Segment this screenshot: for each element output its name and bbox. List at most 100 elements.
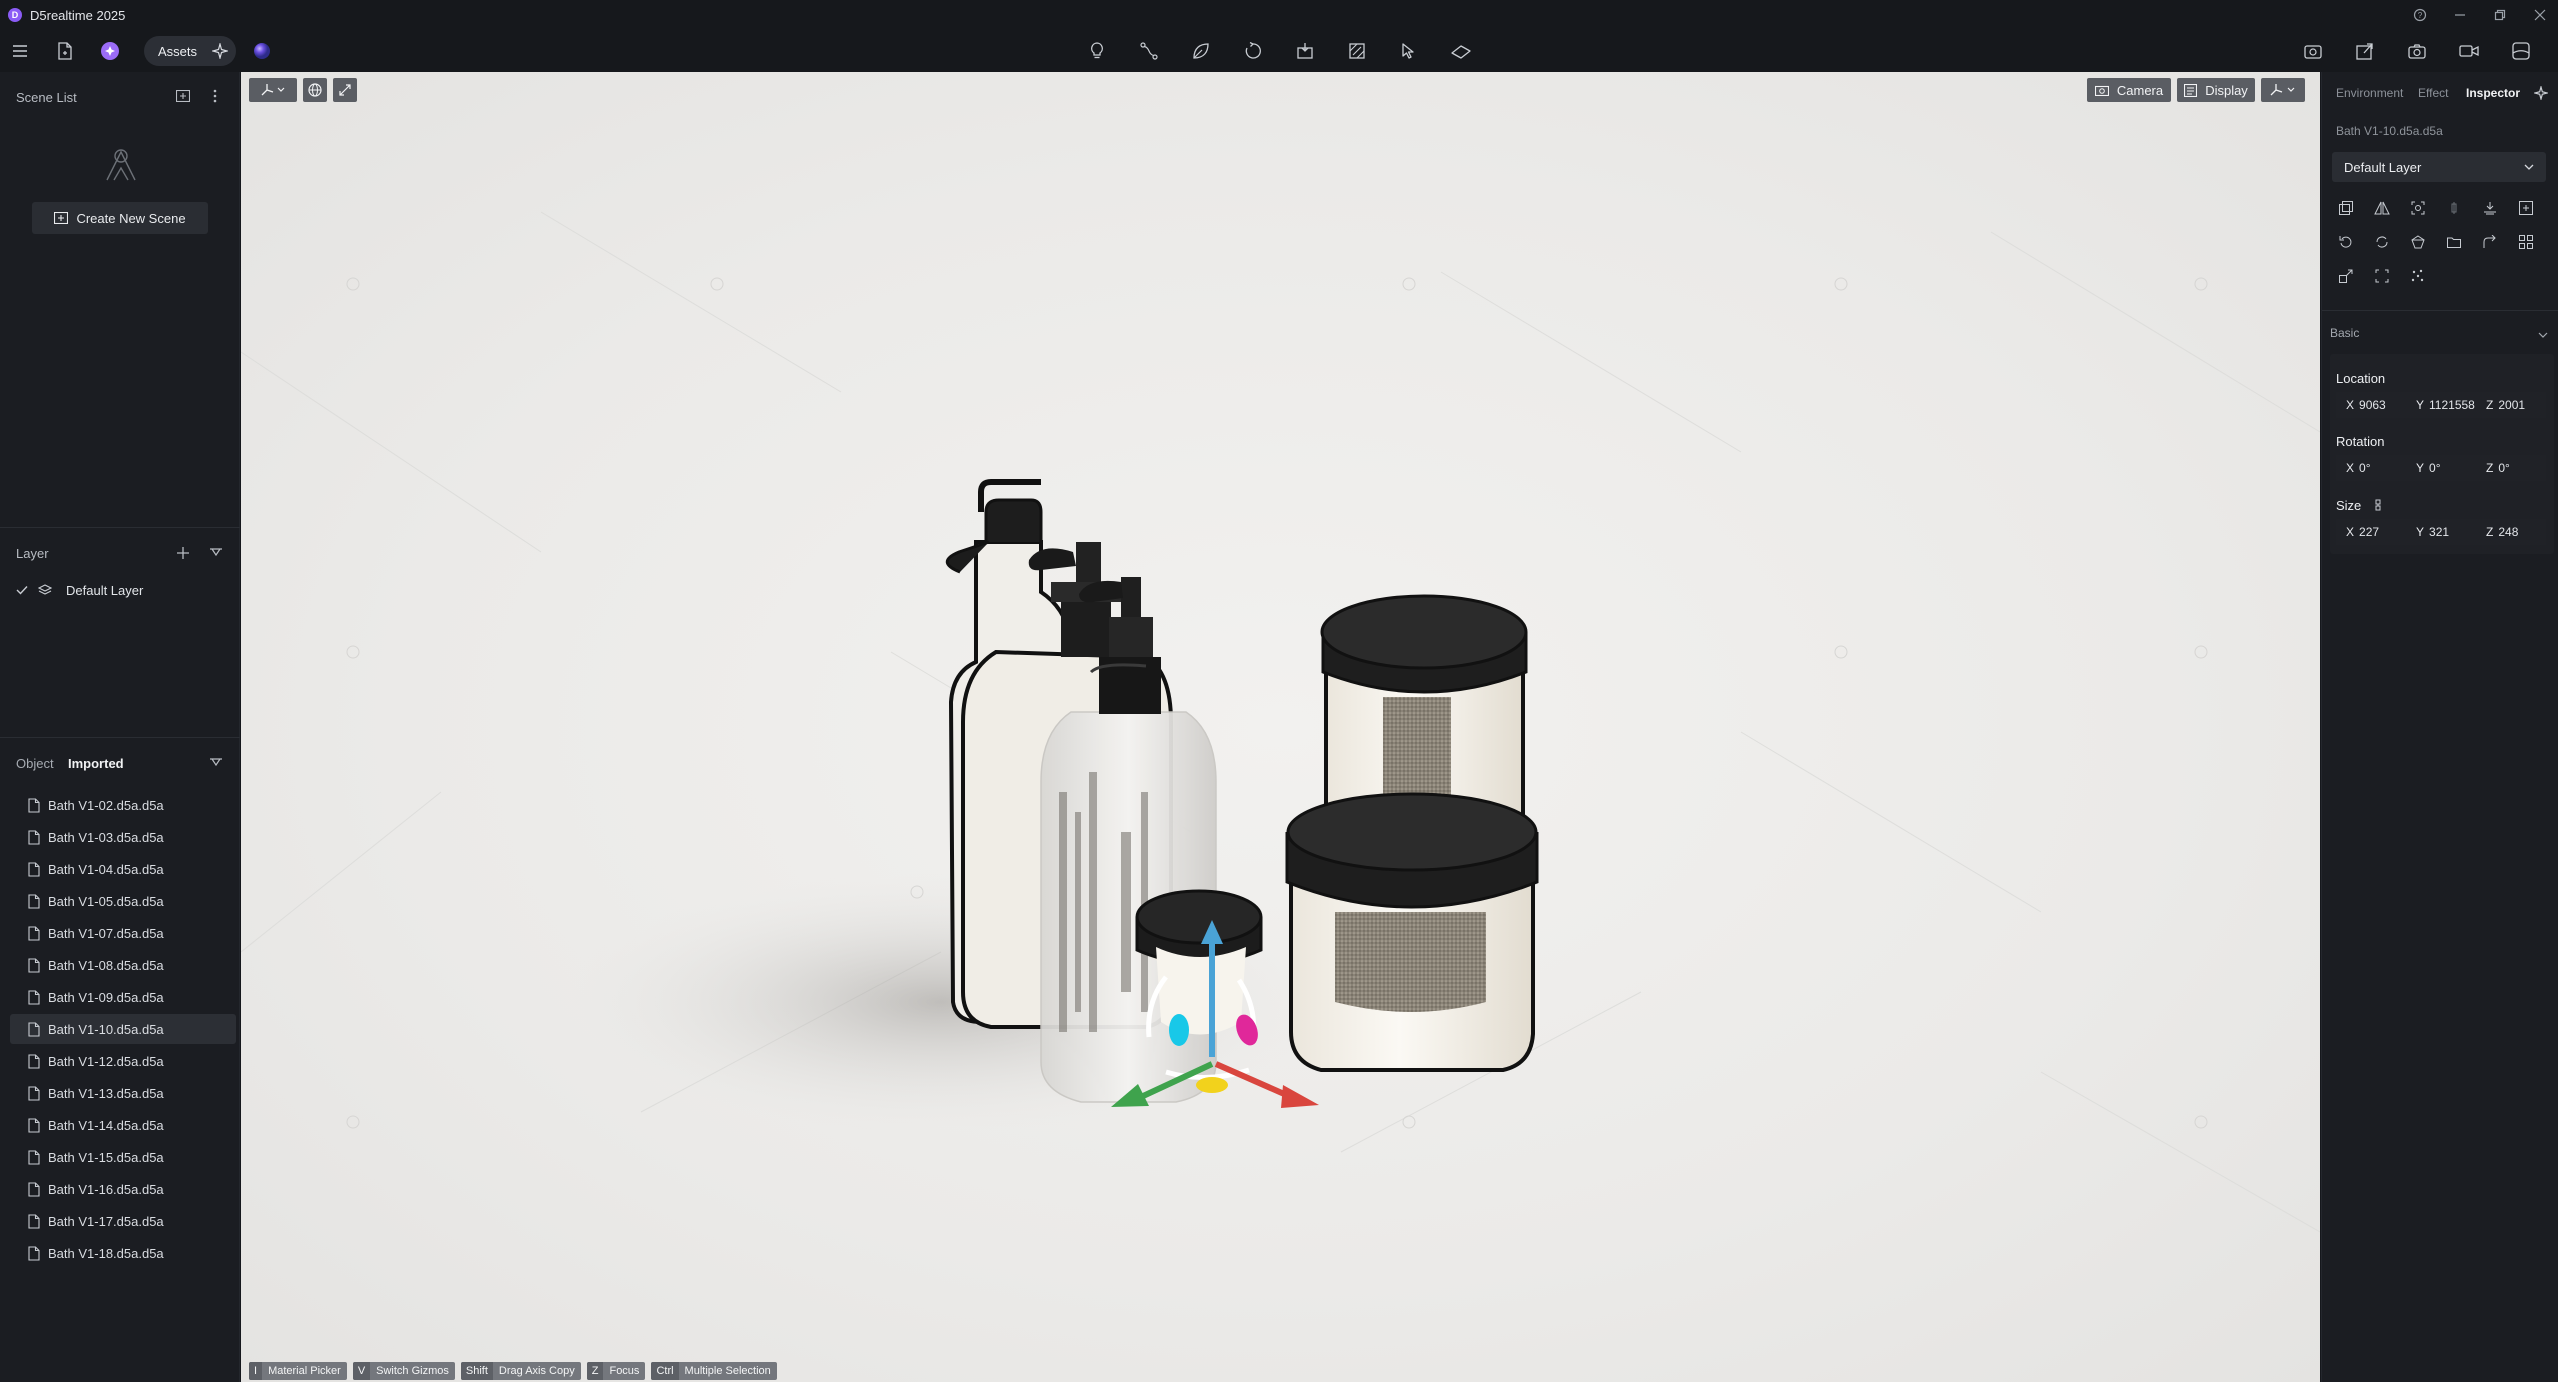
add-layer-icon[interactable]	[174, 544, 192, 562]
place-object-icon[interactable]	[1294, 40, 1316, 62]
object-list-item[interactable]: Bath V1-05.d5a.d5a	[10, 886, 236, 916]
undo-rotate-icon[interactable]	[2336, 232, 2356, 252]
object-list-item[interactable]: Bath V1-08.d5a.d5a	[10, 950, 236, 980]
create-new-scene-button[interactable]: Create New Scene	[32, 202, 208, 234]
object-list-item[interactable]: Bath V1-17.d5a.d5a	[10, 1206, 236, 1236]
group-icon[interactable]	[2516, 198, 2536, 218]
location-y-field[interactable]: Y 1121558	[2406, 392, 2476, 418]
vegetation-icon[interactable]	[1190, 40, 1212, 62]
sparkle-icon[interactable]	[212, 43, 228, 59]
object-list-item-label: Bath V1-18.d5a.d5a	[48, 1245, 164, 1261]
align-icon[interactable]	[2444, 198, 2464, 218]
location-x-field[interactable]: X 9063	[2336, 392, 2406, 418]
object-list-item-label: Bath V1-02.d5a.d5a	[48, 797, 164, 813]
size-x-field[interactable]: X 227	[2336, 519, 2406, 545]
assets-button[interactable]: Assets	[144, 36, 236, 66]
duplicate-icon[interactable]	[2336, 198, 2356, 218]
object-list-item[interactable]: Bath V1-16.d5a.d5a	[10, 1174, 236, 1204]
object-list-item[interactable]: Bath V1-04.d5a.d5a	[10, 854, 236, 884]
replace-icon[interactable]	[2480, 232, 2500, 252]
object-list-item[interactable]: Bath V1-12.d5a.d5a	[10, 1046, 236, 1076]
help-icon[interactable]: ?	[2406, 4, 2434, 26]
location-z-field[interactable]: Z 2001	[2476, 392, 2546, 418]
object-list-item[interactable]: Bath V1-09.d5a.d5a	[10, 982, 236, 1012]
size-z-field[interactable]: Z 248	[2476, 519, 2546, 545]
tab-effect[interactable]: Effect	[2418, 86, 2448, 100]
layer-filter-icon[interactable]	[208, 544, 224, 562]
object-list-item-label: Bath V1-10.d5a.d5a	[48, 1021, 164, 1037]
tab-imported[interactable]: Imported	[68, 756, 124, 771]
object-list-item[interactable]: Bath V1-07.d5a.d5a	[10, 918, 236, 948]
close-icon[interactable]	[2526, 4, 2554, 26]
object-list-item-label: Bath V1-05.d5a.d5a	[48, 893, 164, 909]
pin-sparkle-icon[interactable]	[2532, 84, 2550, 102]
size-y-field[interactable]: Y 321	[2406, 519, 2476, 545]
checkmark-icon[interactable]	[16, 585, 28, 595]
object-list-item-label: Bath V1-09.d5a.d5a	[48, 989, 164, 1005]
restore-icon[interactable]	[2486, 4, 2514, 26]
file-icon[interactable]	[54, 40, 76, 62]
material-icon[interactable]	[2408, 232, 2428, 252]
export-icon[interactable]	[2354, 40, 2376, 62]
object-list-item[interactable]: Bath V1-02.d5a.d5a	[10, 790, 236, 820]
object-list-item-label: Bath V1-08.d5a.d5a	[48, 957, 164, 973]
panorama-icon[interactable]	[2510, 40, 2532, 62]
select-tool-icon[interactable]	[1398, 40, 1420, 62]
tab-object[interactable]: Object	[16, 756, 54, 771]
section-basic-title: Basic	[2330, 326, 2360, 340]
collapse-chevron-icon[interactable]	[2538, 332, 2548, 338]
terrain-icon[interactable]	[1450, 40, 1472, 62]
minimize-icon[interactable]	[2446, 4, 2474, 26]
file-icon	[28, 893, 40, 909]
object-list-item[interactable]: Bath V1-15.d5a.d5a	[10, 1142, 236, 1172]
section-plane-icon[interactable]	[1346, 40, 1368, 62]
layer-item-label: Default Layer	[66, 582, 144, 598]
svg-text:?: ?	[2418, 11, 2423, 20]
object-list-item[interactable]: Bath V1-03.d5a.d5a	[10, 822, 236, 852]
scene-render[interactable]	[241, 72, 2320, 1382]
rotation-z-field[interactable]: Z 0°	[2476, 455, 2546, 481]
shortcut-key: I	[249, 1362, 263, 1380]
object-list-item[interactable]: Bath V1-10.d5a.d5a	[10, 1014, 236, 1044]
menu-icon[interactable]	[10, 41, 30, 61]
render-queue-icon[interactable]	[2302, 40, 2324, 62]
object-filter-icon[interactable]	[208, 754, 224, 772]
mirror-icon[interactable]	[2372, 198, 2392, 218]
assets-label: Assets	[158, 43, 198, 59]
layer-item[interactable]: Default Layer	[16, 578, 226, 602]
viewport[interactable]: Camera Display I Material Picker V Switc…	[241, 72, 2320, 1382]
drop-to-ground-icon[interactable]	[2480, 198, 2500, 218]
more-options-icon[interactable]	[208, 87, 222, 105]
divider	[0, 737, 240, 738]
folder-icon[interactable]	[2444, 232, 2464, 252]
light-icon[interactable]	[1086, 40, 1108, 62]
object-list-item[interactable]: Bath V1-18.d5a.d5a	[10, 1238, 236, 1268]
layer-select-value: Default Layer	[2344, 159, 2422, 175]
camera-capture-icon[interactable]	[2406, 40, 2428, 62]
layer-stack-icon	[38, 584, 52, 595]
reset-icon[interactable]	[2372, 232, 2392, 252]
app-title: D5realtime 2025	[30, 8, 126, 23]
lock-ratio-icon[interactable]	[2374, 499, 2382, 511]
rotation-x-field[interactable]: X 0°	[2336, 455, 2406, 481]
empty-scene-icon	[104, 146, 138, 182]
array-icon[interactable]	[2516, 232, 2536, 252]
scatter-icon[interactable]	[2408, 266, 2428, 286]
add-scene-icon[interactable]	[174, 87, 192, 105]
tab-environment[interactable]: Environment	[2336, 86, 2403, 100]
shortcut-label: Switch Gizmos	[376, 1365, 449, 1377]
object-list-item[interactable]: Bath V1-14.d5a.d5a	[10, 1110, 236, 1140]
ai-assistant-icon[interactable]	[98, 39, 122, 63]
tab-inspector[interactable]: Inspector	[2466, 86, 2520, 100]
object-list-item[interactable]: Bath V1-13.d5a.d5a	[10, 1078, 236, 1108]
path-tool-icon[interactable]	[1138, 40, 1160, 62]
material-sphere-icon[interactable]	[252, 41, 272, 61]
video-icon[interactable]	[2458, 40, 2480, 62]
focus-frame-icon[interactable]	[2408, 198, 2428, 218]
rotate-tool-icon[interactable]	[1242, 40, 1264, 62]
fit-bounds-icon[interactable]	[2372, 266, 2392, 286]
shortcut-label: Drag Axis Copy	[498, 1365, 575, 1377]
scale-icon[interactable]	[2336, 266, 2356, 286]
rotation-y-field[interactable]: Y 0°	[2406, 455, 2476, 481]
layer-select[interactable]: Default Layer	[2332, 152, 2546, 182]
